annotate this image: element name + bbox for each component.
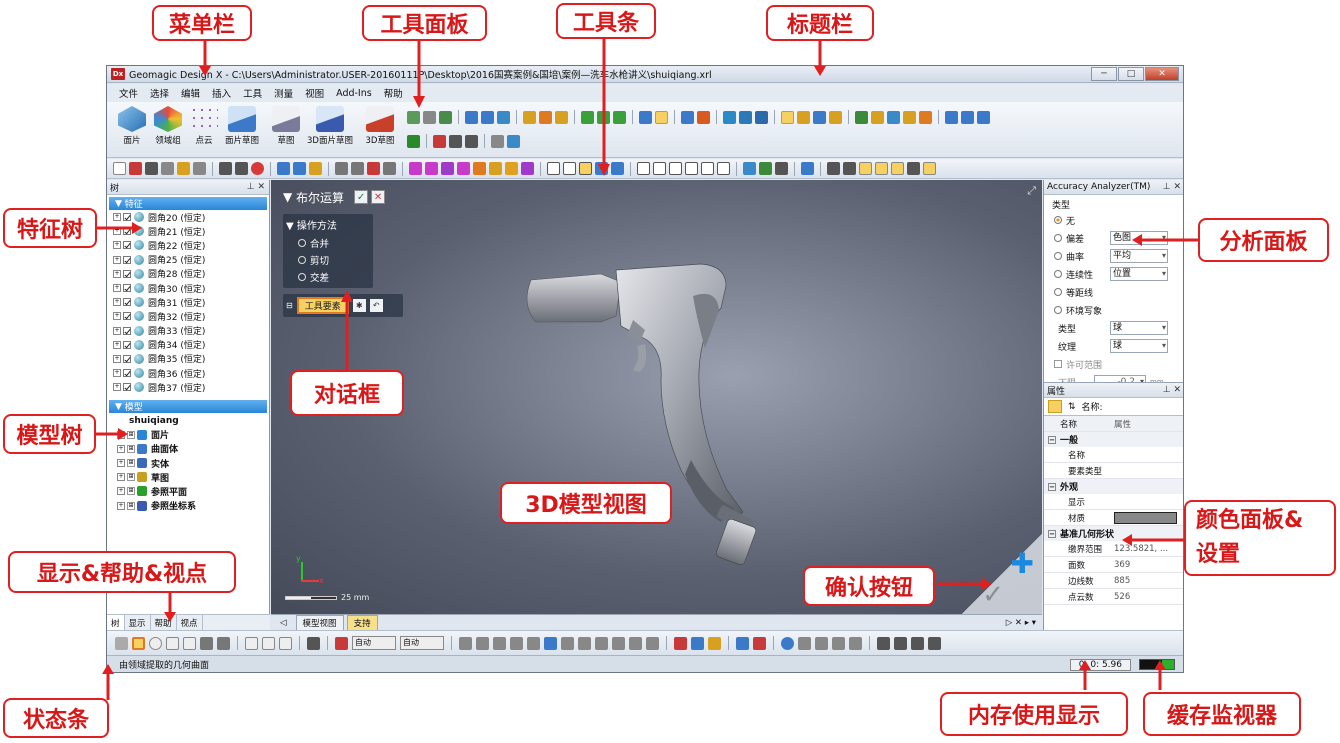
label-cache-monitor: 缓存监视器 bbox=[1143, 692, 1301, 736]
label-status-bar: 状态条 bbox=[3, 698, 109, 738]
label-3d-model-view: 3D模型视图 bbox=[500, 482, 672, 524]
label-menu-bar: 菜单栏 bbox=[152, 5, 252, 41]
annotation-arrows bbox=[96, 36, 1198, 700]
label-memory-display: 内存使用显示 bbox=[940, 692, 1128, 736]
label-tool-panel: 工具面板 bbox=[362, 5, 487, 41]
label-title-bar: 标题栏 bbox=[766, 5, 874, 41]
label-analysis-panel: 分析面板 bbox=[1198, 218, 1329, 262]
label-model-tree: 模型树 bbox=[3, 414, 96, 454]
label-color-panel: 颜色面板& 设置 bbox=[1184, 500, 1336, 576]
label-confirm-button: 确认按钮 bbox=[803, 566, 935, 606]
label-feature-tree: 特征树 bbox=[3, 208, 97, 248]
label-dialog-box: 对话框 bbox=[290, 370, 404, 416]
label-tool-bar: 工具条 bbox=[556, 3, 656, 39]
label-display-help: 显示&帮助&视点 bbox=[8, 551, 236, 593]
